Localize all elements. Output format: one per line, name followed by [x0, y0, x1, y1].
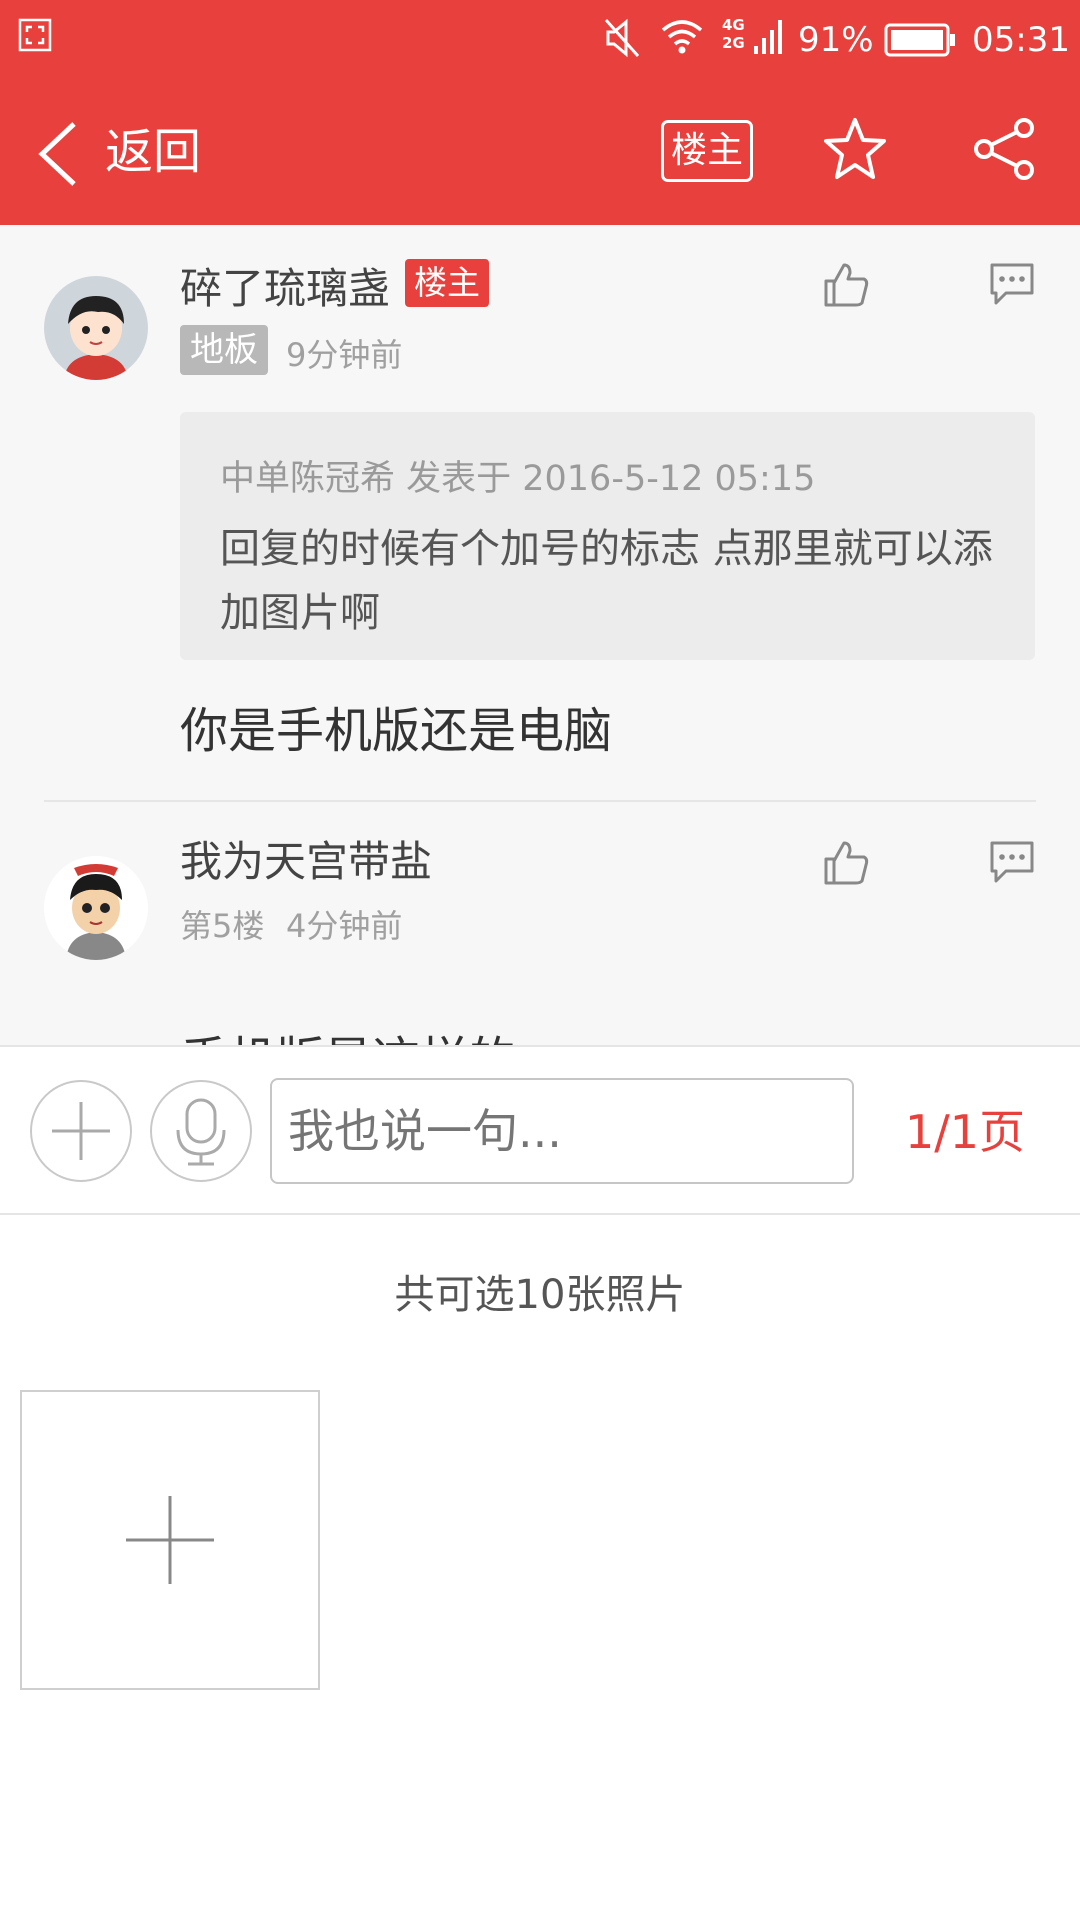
- username[interactable]: 碎了琉璃盏: [180, 255, 390, 316]
- avatar-image: [44, 856, 148, 960]
- avatar-image: [44, 276, 148, 380]
- battery-icon: [884, 23, 955, 57]
- photo-picker-title: 共可选10张照片: [394, 1272, 686, 1318]
- microphone-icon: [176, 1098, 226, 1166]
- comment-icon[interactable]: [988, 839, 1036, 885]
- plus-icon: [126, 1496, 214, 1584]
- voice-input-button[interactable]: [150, 1080, 252, 1182]
- battery-percent: 91%: [798, 20, 874, 60]
- add-photo-button[interactable]: [20, 1390, 320, 1690]
- post-list[interactable]: 碎了琉璃盏 楼主 地板 9分钟前 中单陈冠希 发表于 2016-5-12 05:…: [0, 225, 1080, 1045]
- reply-input[interactable]: [270, 1078, 854, 1184]
- signal-icon: [754, 20, 782, 54]
- list-item: 碎了琉璃盏 楼主 地板 9分钟前 中单陈冠希 发表于 2016-5-12 05:…: [0, 225, 1080, 800]
- op-only-button[interactable]: 楼主: [661, 120, 753, 182]
- star-icon[interactable]: [822, 116, 888, 182]
- add-attachment-button[interactable]: [30, 1080, 132, 1182]
- quote-header: 中单陈冠希 发表于 2016-5-12 05:15: [220, 459, 816, 499]
- chevron-left-icon[interactable]: [36, 120, 80, 188]
- avatar[interactable]: [44, 276, 148, 380]
- comment-icon[interactable]: [988, 261, 1036, 307]
- top-nav-bar: 返回 楼主: [0, 80, 1080, 225]
- floor-label: 第5楼: [180, 907, 265, 945]
- op-badge: 楼主: [405, 259, 489, 307]
- plus-icon: [52, 1102, 110, 1160]
- username[interactable]: 我为天宫带盐: [180, 828, 432, 889]
- clock: 05:31: [972, 20, 1070, 60]
- floor-badge: 地板: [180, 325, 268, 375]
- quote-body: 回复的时候有个加号的标志 点那里就可以添加图片啊: [220, 526, 993, 636]
- screenshot-icon: [18, 18, 52, 52]
- network-type-label: 4G 2G: [722, 16, 745, 52]
- avatar[interactable]: [44, 856, 148, 960]
- post-time: 4分钟前: [286, 907, 403, 945]
- mute-icon: [604, 18, 640, 58]
- post-time: 9分钟前: [286, 336, 403, 374]
- post-text: 手机版是这样的: [180, 1020, 516, 1045]
- thumbs-up-icon[interactable]: [822, 839, 870, 887]
- post-text: 你是手机版还是电脑: [180, 703, 613, 759]
- back-button[interactable]: 返回: [105, 80, 201, 225]
- page-indicator[interactable]: 1/1页: [905, 1047, 1025, 1217]
- share-icon[interactable]: [972, 116, 1038, 182]
- thumbs-up-icon[interactable]: [822, 261, 870, 309]
- list-item: 我为天宫带盐 第5楼 4分钟前 手机版是这样的: [0, 802, 1080, 1045]
- wifi-icon: [661, 20, 703, 54]
- reply-input-bar: 1/1页: [0, 1045, 1080, 1215]
- status-bar: 4G 2G 91% 05:31: [0, 0, 1080, 80]
- quoted-reply: 中单陈冠希 发表于 2016-5-12 05:15 回复的时候有个加号的标志 点…: [180, 412, 1035, 660]
